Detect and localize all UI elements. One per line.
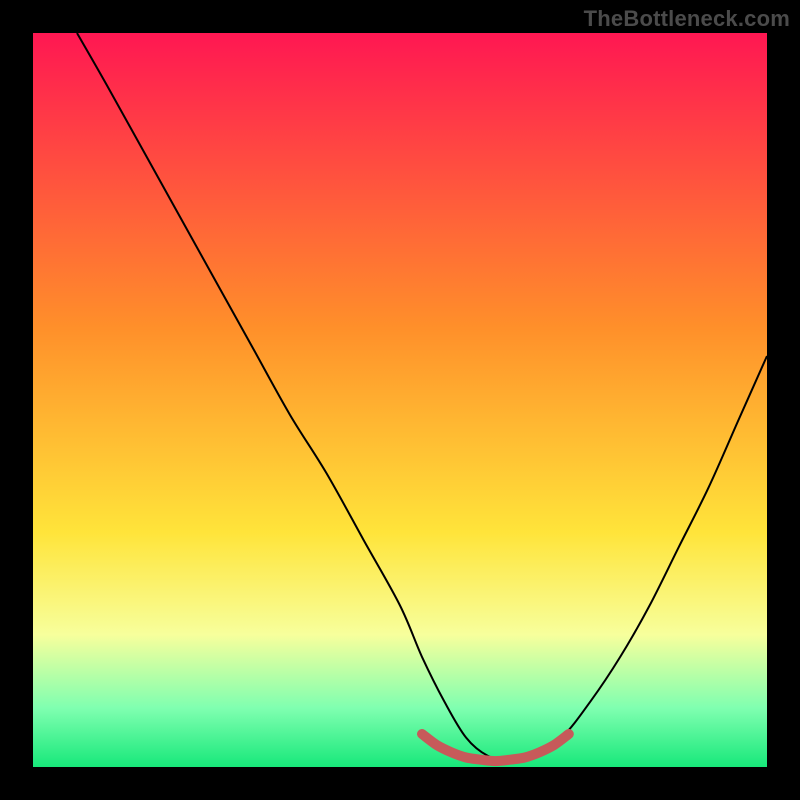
bottleneck-chart [0, 0, 800, 800]
watermark-text: TheBottleneck.com [584, 6, 790, 32]
chart-stage: TheBottleneck.com [0, 0, 800, 800]
plot-background [33, 33, 767, 767]
